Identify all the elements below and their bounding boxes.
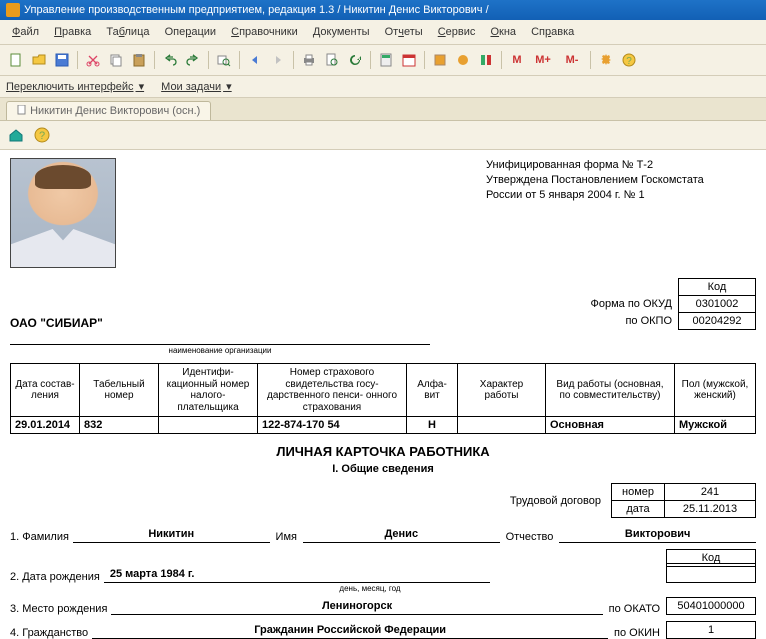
- pob-value: Лениногорск: [111, 600, 602, 615]
- patronymic-label: Отчество: [500, 531, 560, 543]
- find-icon[interactable]: [214, 50, 234, 70]
- copy-icon[interactable]: [106, 50, 126, 70]
- my-tasks-link[interactable]: Мои задачи ▾: [161, 80, 232, 93]
- switch-interface-link[interactable]: Переключить интерфейс ▾: [6, 80, 144, 93]
- contract-label: Трудовой договор: [510, 495, 601, 507]
- pob-label: 3. Место рождения: [10, 603, 111, 615]
- memory-m[interactable]: M: [507, 50, 527, 70]
- memory-mminus[interactable]: M-: [559, 50, 585, 70]
- refresh-icon[interactable]: [345, 50, 365, 70]
- doc-toolbar: ?: [0, 121, 766, 150]
- tab-bar: Никитин Денис Викторович (осн.): [0, 98, 766, 121]
- redo-icon[interactable]: [183, 50, 203, 70]
- preview-icon[interactable]: [322, 50, 342, 70]
- menu-service[interactable]: Сервис: [432, 23, 482, 41]
- name-value: Денис: [303, 528, 500, 543]
- org-caption: наименование организации: [10, 346, 430, 355]
- settings-icon[interactable]: [596, 50, 616, 70]
- paste-icon[interactable]: [129, 50, 149, 70]
- okin-box: 1: [666, 621, 756, 639]
- svg-text:?: ?: [626, 56, 632, 67]
- tool2-icon[interactable]: [453, 50, 473, 70]
- citizenship-label: 4. Гражданство: [10, 627, 92, 639]
- okpo-value: 00204292: [679, 313, 756, 330]
- surname-value: Никитин: [73, 528, 270, 543]
- section-1: I. Общие сведения: [10, 463, 756, 475]
- memory-mplus[interactable]: M+: [530, 50, 556, 70]
- menu-file[interactable]: Файл: [6, 23, 45, 41]
- app-logo-icon: [6, 3, 20, 17]
- dob-label: 2. Дата рождения: [10, 571, 104, 583]
- tool1-icon[interactable]: [430, 50, 450, 70]
- window-title: Управление производственным предприятием…: [24, 4, 489, 16]
- card-title: ЛИЧНАЯ КАРТОЧКА РАБОТНИКА: [10, 444, 756, 459]
- forward-icon[interactable]: [268, 50, 288, 70]
- org-name: ОАО "СИБИАР": [10, 316, 583, 330]
- patronymic-value: Викторович: [559, 528, 756, 543]
- main-info-table: Дата состав- ления Табельный номер Идент…: [10, 363, 756, 434]
- save-icon[interactable]: [52, 50, 72, 70]
- okud-value: 0301002: [679, 296, 756, 313]
- menu-windows[interactable]: Окна: [484, 23, 522, 41]
- okin-label: по ОКИН: [608, 627, 666, 639]
- document-tab[interactable]: Никитин Денис Викторович (осн.): [6, 101, 211, 120]
- tool3-icon[interactable]: [476, 50, 496, 70]
- surname-label: 1. Фамилия: [10, 531, 73, 543]
- dob-code-box: [666, 563, 756, 583]
- menu-documents[interactable]: Документы: [307, 23, 376, 41]
- undo-icon[interactable]: [160, 50, 180, 70]
- menu-table[interactable]: Таблица: [100, 23, 155, 41]
- document-body: Унифицированная форма № Т-2 Утверждена П…: [0, 150, 766, 639]
- contract-number: 241: [665, 484, 756, 501]
- menu-reports[interactable]: Отчеты: [379, 23, 429, 41]
- menu-operations[interactable]: Операции: [159, 23, 222, 41]
- okato-box: 50401000000: [666, 597, 756, 615]
- svg-text:?: ?: [39, 130, 45, 142]
- menu-edit[interactable]: Правка: [48, 23, 97, 41]
- help-icon[interactable]: ?: [619, 50, 639, 70]
- kod-header: Код: [679, 279, 756, 296]
- contract-box: номер241 дата25.11.2013: [611, 483, 756, 518]
- cut-icon[interactable]: [83, 50, 103, 70]
- help2-icon[interactable]: ?: [32, 125, 52, 145]
- title-bar: Управление производственным предприятием…: [0, 0, 766, 20]
- menu-bar: Файл Правка Таблица Операции Справочники…: [0, 20, 766, 45]
- contract-date: 25.11.2013: [665, 501, 756, 518]
- open-icon[interactable]: [29, 50, 49, 70]
- dob-caption: день, месяц, год: [120, 584, 620, 593]
- calendar-icon[interactable]: [399, 50, 419, 70]
- employee-photo: [10, 158, 116, 268]
- okud-okpo-box: Код Форма по ОКУД0301002 по ОКПО00204292: [583, 278, 757, 330]
- back-icon[interactable]: [245, 50, 265, 70]
- okato-label: по ОКАТО: [603, 603, 666, 615]
- menu-references[interactable]: Справочники: [225, 23, 304, 41]
- new-icon[interactable]: [6, 50, 26, 70]
- citizenship-value: Гражданин Российской Федерации: [92, 624, 608, 639]
- calc-icon[interactable]: [376, 50, 396, 70]
- name-label: Имя: [270, 531, 303, 543]
- home-icon[interactable]: [6, 125, 26, 145]
- print-icon[interactable]: [299, 50, 319, 70]
- form-reference: Унифицированная форма № Т-2 Утверждена П…: [486, 158, 756, 268]
- menu-help[interactable]: Справка: [525, 23, 580, 41]
- sub-toolbar: Переключить интерфейс ▾ Мои задачи ▾: [0, 76, 766, 98]
- dob-value: 25 марта 1984 г.: [104, 568, 490, 583]
- main-info-row: 29.01.2014 832 122-874-170 54 Н Основная…: [11, 417, 756, 434]
- main-toolbar: M M+ M- ?: [0, 45, 766, 76]
